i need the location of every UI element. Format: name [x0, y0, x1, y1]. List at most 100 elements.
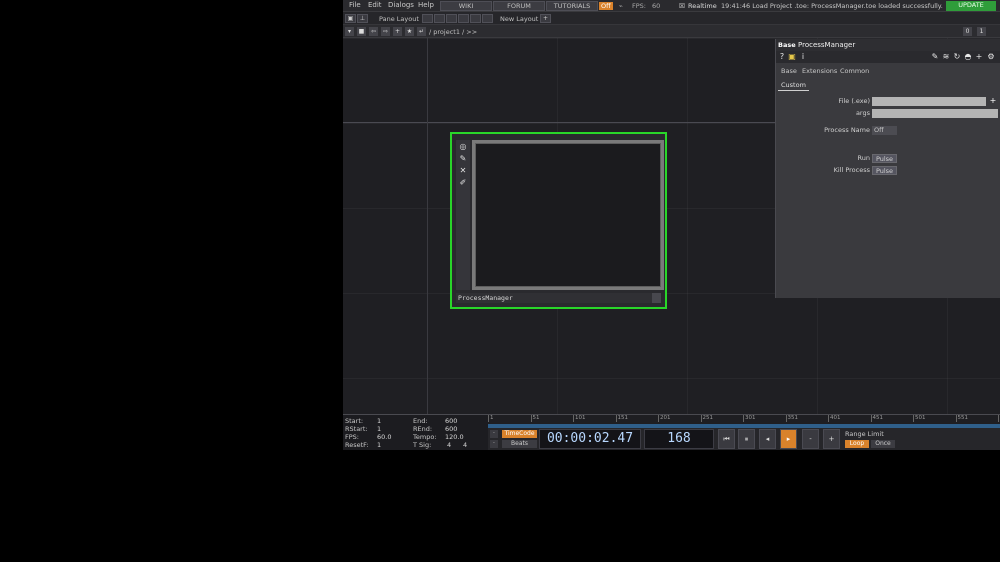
dropdown-icon[interactable]: ▾ — [345, 27, 354, 36]
once-button[interactable]: Once — [871, 440, 895, 448]
layout-single-icon[interactable] — [422, 14, 433, 23]
rstart-value[interactable]: 1 — [377, 425, 381, 433]
step-forward-button[interactable]: + — [823, 429, 840, 449]
layout-grid-icon[interactable] — [482, 14, 493, 23]
parameter-page-tabs: Base Extensions Common — [776, 65, 1000, 77]
layout-split-h-icon[interactable] — [446, 14, 457, 23]
node-viewer-content — [475, 143, 661, 287]
run-pulse-button[interactable]: Pulse — [872, 154, 897, 163]
rewind-to-start-button[interactable]: ⏮ — [718, 429, 735, 449]
fps-value[interactable]: 60 — [652, 2, 660, 10]
tsig-value-a[interactable]: 4 — [447, 441, 451, 449]
menu-edit[interactable]: Edit — [368, 1, 382, 9]
end-value[interactable]: 600 — [445, 417, 457, 425]
ruler-tick: 51 — [530, 415, 540, 422]
stop-icon[interactable]: ■ — [357, 27, 366, 36]
node-flag-icon[interactable] — [652, 293, 661, 303]
comment-icon[interactable]: ≋ — [941, 52, 951, 62]
ruler-tick: 251 — [700, 415, 713, 422]
layout-split-v-icon[interactable] — [434, 14, 445, 23]
process-name-toggle[interactable]: Off — [872, 126, 897, 135]
realtime-checkbox-icon[interactable]: ☒ — [679, 2, 685, 10]
screen-icon[interactable]: ▣ — [345, 14, 356, 23]
args-field[interactable] — [872, 109, 998, 118]
viewer-icon[interactable]: ◎ — [458, 142, 468, 152]
timeline-range-bar[interactable] — [488, 424, 1000, 428]
loop-button[interactable]: Loop — [845, 440, 869, 448]
language-icon[interactable]: ◓ — [963, 52, 973, 62]
up-level-icon[interactable]: ↵ — [417, 27, 426, 36]
timecode-button[interactable]: TimeCode — [502, 430, 537, 438]
settings-icon[interactable]: ⚙ — [986, 52, 996, 62]
add-layout-button[interactable]: + — [540, 14, 551, 23]
layout-triple-icon[interactable] — [458, 14, 469, 23]
add-parameter-icon[interactable]: + — [974, 52, 984, 62]
resetf-value[interactable]: 1 — [377, 441, 381, 449]
fps-timeline-value[interactable]: 60.0 — [377, 433, 391, 441]
close-icon[interactable]: ✕ — [458, 166, 468, 176]
beats-button[interactable]: Beats — [502, 440, 537, 448]
tutorials-button[interactable]: TUTORIALS — [546, 1, 598, 11]
path-bar: ▾ ■ ⇦ ⇨ + ★ ↵ / project1 / >> 0 1 — [343, 25, 1000, 38]
update-button[interactable]: UPDATE — [946, 1, 996, 11]
edit-icon[interactable]: ✎ — [930, 52, 940, 62]
pane-layout-label: Pane Layout — [379, 15, 419, 23]
pane-id-right[interactable]: 1 — [977, 27, 986, 36]
node-viewer[interactable] — [472, 140, 664, 290]
back-icon[interactable]: ⇦ — [369, 27, 378, 36]
network-path[interactable]: / project1 / >> — [429, 28, 477, 36]
help-icon[interactable]: ? — [777, 52, 787, 62]
new-layout-label[interactable]: New Layout — [500, 15, 538, 23]
forward-icon[interactable]: ⇨ — [381, 27, 390, 36]
wiki-button[interactable]: WIKI — [440, 1, 492, 11]
tempo-value[interactable]: 120.0 — [445, 433, 464, 441]
split-icon[interactable]: ⊥ — [357, 14, 368, 23]
perf-monitor-toggle[interactable]: Off — [599, 2, 613, 10]
status-message: 19:41:46 Load Project .toe: ProcessManag… — [721, 2, 943, 10]
bypass-icon[interactable]: ✐ — [458, 178, 468, 188]
tsig-label: T Sig: — [413, 441, 432, 449]
step-back-button[interactable]: - — [802, 429, 819, 449]
python-help-icon[interactable]: ▣ — [787, 52, 797, 62]
operator-name-label[interactable]: ProcessManager — [798, 41, 855, 49]
file-browse-icon[interactable]: + — [988, 96, 998, 106]
menu-file[interactable]: File — [349, 1, 361, 9]
timeline-ruler[interactable]: 151101151201251301351401451501551600 — [488, 415, 1000, 424]
play-reverse-button[interactable]: ◂ — [759, 429, 776, 449]
file-field[interactable] — [872, 97, 986, 106]
menu-help[interactable]: Help — [418, 1, 434, 9]
node-name-label[interactable]: ProcessManager — [456, 293, 661, 303]
refresh-icon[interactable]: ↻ — [952, 52, 962, 62]
frame-display[interactable]: 168 — [644, 429, 714, 449]
tsig-value-b[interactable]: 4 — [463, 441, 467, 449]
kill-process-pulse-button[interactable]: Pulse — [872, 166, 897, 175]
parameter-dialog: Base ProcessManager ? ▣ i ✎ ≋ ↻ ◓ + ⚙ Ba… — [775, 39, 1000, 298]
rend-label: REnd: — [413, 425, 433, 433]
tab-extensions[interactable]: Extensions — [802, 67, 837, 75]
ruler-tick: 451 — [870, 415, 883, 422]
beats-toggle-icon[interactable]: · — [490, 440, 498, 448]
info-icon[interactable]: i — [798, 52, 808, 62]
pane-id-left[interactable]: 0 — [963, 27, 972, 36]
menu-dialogs[interactable]: Dialogs — [388, 1, 414, 9]
add-icon[interactable]: + — [393, 27, 402, 36]
operator-node[interactable]: ◎ ✎ ✕ ✐ ProcessManager — [450, 132, 667, 309]
pause-button[interactable]: ⏸ — [738, 429, 755, 449]
start-value[interactable]: 1 — [377, 417, 381, 425]
timecode-display[interactable]: 00:00:02.47 — [539, 429, 641, 449]
parameter-header: Base ProcessManager — [776, 39, 1000, 51]
forum-button[interactable]: FORUM — [493, 1, 545, 11]
run-label: Run — [857, 154, 870, 162]
fps-timeline-label: FPS: — [345, 433, 359, 441]
custom-page-tabs: Custom — [776, 79, 1000, 91]
pin-icon[interactable]: ✎ — [458, 154, 468, 164]
bookmark-icon[interactable]: ★ — [405, 27, 414, 36]
tab-base[interactable]: Base — [781, 67, 797, 75]
layout-quad-icon[interactable] — [470, 14, 481, 23]
tab-custom[interactable]: Custom — [778, 81, 809, 91]
tab-common[interactable]: Common — [840, 67, 869, 75]
play-forward-button[interactable]: ▸ — [780, 429, 797, 449]
kill-process-label: Kill Process — [833, 166, 870, 174]
rend-value[interactable]: 600 — [445, 425, 457, 433]
timecode-toggle-icon[interactable]: · — [490, 430, 498, 438]
